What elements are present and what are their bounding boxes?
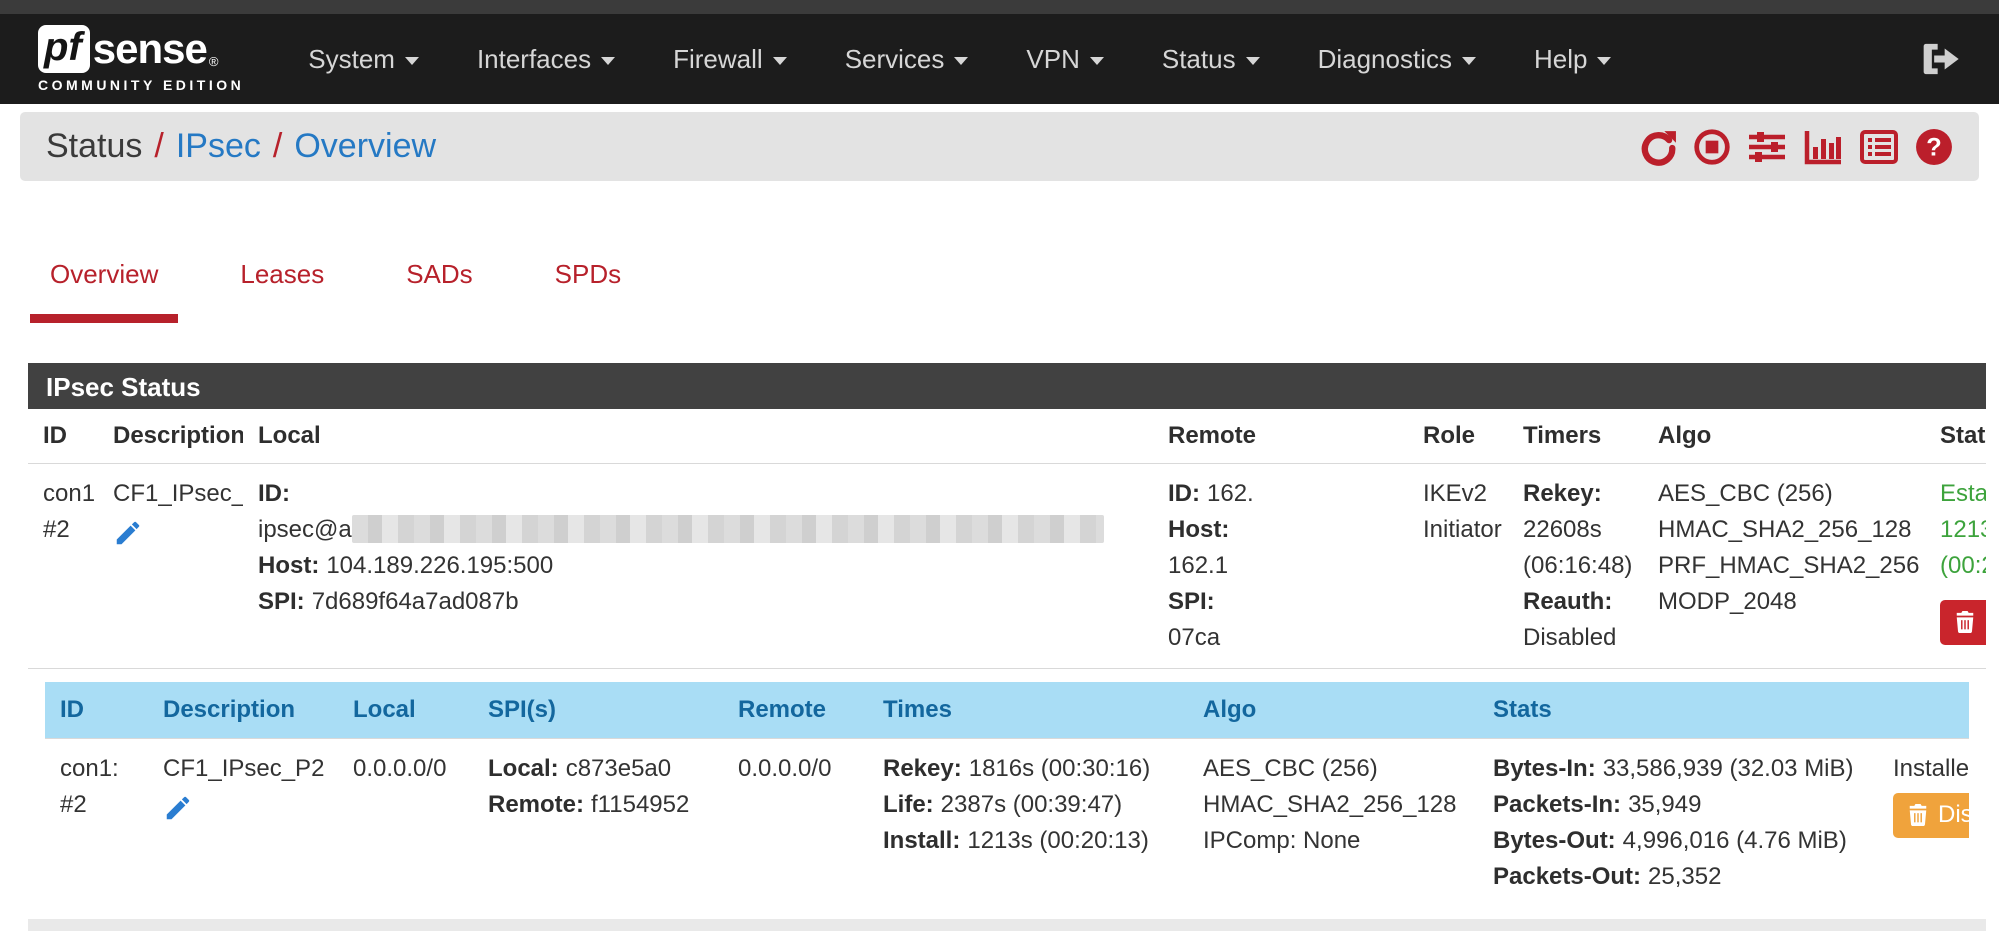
times-cell: Rekey:1816s (00:30:16) Life:2387s (00:39… [868, 739, 1188, 908]
sliders-icon[interactable] [1747, 128, 1787, 166]
logo-registered-mark: ® [209, 54, 219, 69]
col-remote: Remote [723, 682, 868, 739]
col-remote: Remote [1153, 409, 1408, 464]
child-table-container: ID Description Local SPI(s) Remote Times… [28, 669, 1986, 920]
nav-firewall[interactable]: Firewall [673, 44, 787, 75]
logo-sense-text: sense [93, 25, 207, 73]
col-local: Local [338, 682, 473, 739]
nav-help[interactable]: Help [1534, 44, 1611, 75]
child-header-row: ID Description Local SPI(s) Remote Times… [45, 682, 1969, 739]
page-bottom-strip [28, 919, 1986, 931]
col-spis: SPI(s) [473, 682, 723, 739]
edit-pencil-icon[interactable] [163, 793, 323, 823]
id-cell: con1 #2 [28, 464, 98, 669]
parent-header-row: ID Description Local Remote Role Timers … [28, 409, 1986, 464]
col-actions [1878, 682, 1969, 739]
tab-overview[interactable]: Overview [30, 259, 178, 323]
col-description: Description [98, 409, 243, 464]
logo-pf-box: pf [38, 25, 90, 73]
breadcrumb-ipsec-link[interactable]: IPsec [176, 127, 261, 166]
algo-cell: AES_CBC (256) HMAC_SHA2_256_128 IPComp: … [1188, 739, 1478, 908]
chevron-down-icon [954, 57, 968, 65]
nav-status[interactable]: Status [1162, 44, 1260, 75]
status-badge: Installed [1893, 751, 1954, 787]
algo-cell: AES_CBC (256) HMAC_SHA2_256_128 PRF_HMAC… [1643, 464, 1925, 669]
col-local: Local [243, 409, 1153, 464]
chevron-down-icon [1090, 57, 1104, 65]
tab-sads[interactable]: SADs [386, 259, 492, 323]
p2-entries-table: ID Description Local SPI(s) Remote Times… [45, 682, 1969, 907]
tab-leases[interactable]: Leases [220, 259, 344, 323]
col-algo: Algo [1188, 682, 1478, 739]
col-status: Status [1925, 409, 1986, 464]
tab-spds[interactable]: SPDs [535, 259, 641, 323]
child-table-row: ID Description Local SPI(s) Remote Times… [28, 669, 1986, 920]
nav-interfaces[interactable]: Interfaces [477, 44, 615, 75]
disconnect-button[interactable]: Disconnect [1940, 600, 1986, 645]
local-cell: 0.0.0.0/0 [338, 739, 473, 908]
chevron-down-icon [1246, 57, 1260, 65]
breadcrumb: Status / IPsec / Overview [20, 112, 1979, 181]
chevron-down-icon [1462, 57, 1476, 65]
chevron-down-icon [773, 57, 787, 65]
breadcrumb-status: Status [46, 127, 142, 166]
bar-chart-icon[interactable] [1803, 128, 1843, 166]
nav-diagnostics[interactable]: Diagnostics [1318, 44, 1476, 75]
breadcrumb-toolbar: ? [1639, 128, 1953, 166]
trash-icon [1907, 803, 1929, 827]
disconnect-button[interactable]: Disconnect [1893, 793, 1969, 838]
timers-cell: Rekey: 22608s (06:16:48) Reauth: Disable… [1508, 464, 1643, 669]
remote-cell: ID:162. Host: 162.1 SPI: 07ca [1153, 464, 1408, 669]
ipsec-status-panel: IPsec Status ID Description Local Remote… [28, 363, 1986, 931]
chevron-down-icon [601, 57, 615, 65]
role-cell: IKEv2 Initiator [1408, 464, 1508, 669]
col-id: ID [28, 409, 98, 464]
refresh-icon[interactable] [1639, 128, 1677, 166]
svg-text:?: ? [1926, 133, 1941, 161]
col-times: Times [868, 682, 1188, 739]
breadcrumb-overview-link[interactable]: Overview [294, 127, 436, 166]
redacted-block [352, 515, 1104, 543]
status-cell: Established 1213 seconds (00:20:13) Disc… [1925, 464, 1986, 669]
log-list-icon[interactable] [1859, 128, 1899, 166]
col-id: ID [45, 682, 148, 739]
state-cell: Installed Disconnect [1878, 739, 1969, 908]
chevron-down-icon [1597, 57, 1611, 65]
status-badge: Established [1940, 476, 1971, 512]
nav-system[interactable]: System [308, 44, 419, 75]
help-icon[interactable]: ? [1915, 128, 1953, 166]
col-timers: Timers [1508, 409, 1643, 464]
main-navbar: pf sense ® COMMUNITY EDITION System Inte… [0, 14, 1999, 104]
logo-edition-text: COMMUNITY EDITION [38, 77, 244, 93]
local-cell: ID: ipsec@a Host:104.189.226.195:500 SPI… [243, 464, 1153, 669]
breadcrumb-separator: / [273, 127, 282, 166]
id-cell: con1: #2 [45, 739, 148, 908]
nav-services[interactable]: Services [845, 44, 969, 75]
nav-menu: System Interfaces Firewall Services VPN … [308, 44, 1611, 75]
sign-out-icon[interactable] [1919, 38, 1961, 80]
trash-icon [1954, 610, 1976, 634]
stats-cell: Bytes-In:33,586,939 (32.03 MiB) Packets-… [1478, 739, 1878, 908]
table-row: con1: #2 CF1_IPsec_P2 [45, 739, 1969, 908]
pfsense-logo[interactable]: pf sense ® COMMUNITY EDITION [38, 25, 244, 93]
col-role: Role [1408, 409, 1508, 464]
description-cell: CF1_IPsec_P2 [148, 739, 338, 908]
description-cell: CF1_IPsec_P1 [98, 464, 243, 669]
top-strip [0, 0, 1999, 14]
col-stats: Stats [1478, 682, 1878, 739]
table-row: con1 #2 CF1_IPsec_P1 ID: ipsec@a [28, 464, 1986, 669]
spis-cell: Local:c873e5a0 Remote:f1154952 [473, 739, 723, 908]
panel-title: IPsec Status [28, 363, 1986, 409]
col-description: Description [148, 682, 338, 739]
edit-pencil-icon[interactable] [113, 518, 228, 548]
breadcrumb-separator: / [154, 127, 163, 166]
nav-vpn[interactable]: VPN [1026, 44, 1103, 75]
stop-icon[interactable] [1693, 128, 1731, 166]
ipsec-status-table: ID Description Local Remote Role Timers … [28, 409, 1986, 919]
col-algo: Algo [1643, 409, 1925, 464]
remote-cell: 0.0.0.0/0 [723, 739, 868, 908]
subnav-tabs: Overview Leases SADs SPDs [30, 259, 1999, 323]
chevron-down-icon [405, 57, 419, 65]
